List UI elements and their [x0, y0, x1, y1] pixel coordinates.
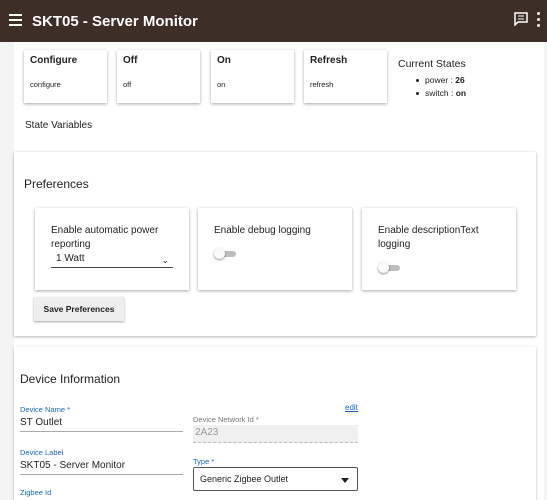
current-states-list: power : 26 switch : on [416, 74, 466, 100]
page-title: SKT05 - Server Monitor [32, 13, 198, 30]
command-name: configure [30, 80, 61, 89]
hamburger-menu-icon[interactable] [9, 14, 22, 26]
debug-logging-toggle[interactable] [214, 248, 236, 259]
command-title: Off [123, 55, 138, 66]
zigbee-id-label: Zigbee Id [20, 488, 52, 497]
command-configure[interactable]: Configure configure [24, 50, 107, 103]
app-bar: SKT05 - Server Monitor [0, 0, 547, 42]
pref-power-reporting: Enable automatic power reporting 1 Watt … [35, 208, 189, 290]
description-logging-toggle[interactable] [378, 262, 400, 273]
chat-icon[interactable] [514, 12, 528, 26]
type-label: Type * [193, 457, 215, 466]
command-on[interactable]: On on [211, 50, 294, 103]
command-title: Refresh [310, 55, 348, 66]
command-name: off [123, 80, 132, 89]
save-preferences-button[interactable]: Save Preferences [34, 297, 124, 321]
command-off[interactable]: Off off [117, 50, 200, 103]
dropdown-arrow-icon [341, 478, 349, 483]
state-variables-label: State Variables [25, 120, 93, 131]
device-information-title: Device Information [20, 372, 121, 386]
command-refresh[interactable]: Refresh refresh [304, 50, 387, 103]
command-name: refresh [310, 80, 334, 89]
preferences-panel: Preferences Enable automatic power repor… [14, 152, 536, 336]
device-label-label: Device Label [20, 448, 64, 457]
device-page: Configure configure Off off On on Refres… [14, 42, 544, 500]
pref-label: Enable descriptionText logging [378, 225, 479, 250]
more-vert-icon[interactable] [537, 12, 541, 30]
state-item-power: power : 26 [416, 74, 466, 87]
pref-label: Enable automatic power reporting [51, 225, 159, 250]
device-name-label: Device Name * [20, 405, 71, 414]
power-reporting-select[interactable]: 1 Watt ⌄ [51, 252, 173, 268]
edit-link[interactable]: edit [345, 403, 358, 412]
pref-description-logging: Enable descriptionText logging [362, 208, 516, 290]
device-label-field[interactable]: SKT05 - Server Monitor [20, 460, 183, 475]
device-name-field[interactable]: ST Outlet [20, 417, 183, 432]
pref-label: Enable debug logging [214, 225, 311, 236]
pref-debug-logging: Enable debug logging [198, 208, 352, 290]
chevron-down-icon: ⌄ [161, 255, 169, 265]
preferences-title: Preferences [24, 177, 89, 191]
command-name: on [217, 80, 226, 89]
network-id-field: 2A23 [193, 425, 358, 443]
current-states-title: Current States [398, 58, 466, 70]
command-title: On [217, 55, 231, 66]
type-select[interactable]: Generic Zigbee Outlet [193, 467, 358, 491]
command-title: Configure [30, 55, 78, 66]
network-id-label: Device Network Id * [193, 415, 259, 424]
device-information-panel: Device Information Device Name * ST Outl… [14, 347, 536, 500]
state-item-switch: switch : on [416, 87, 466, 100]
